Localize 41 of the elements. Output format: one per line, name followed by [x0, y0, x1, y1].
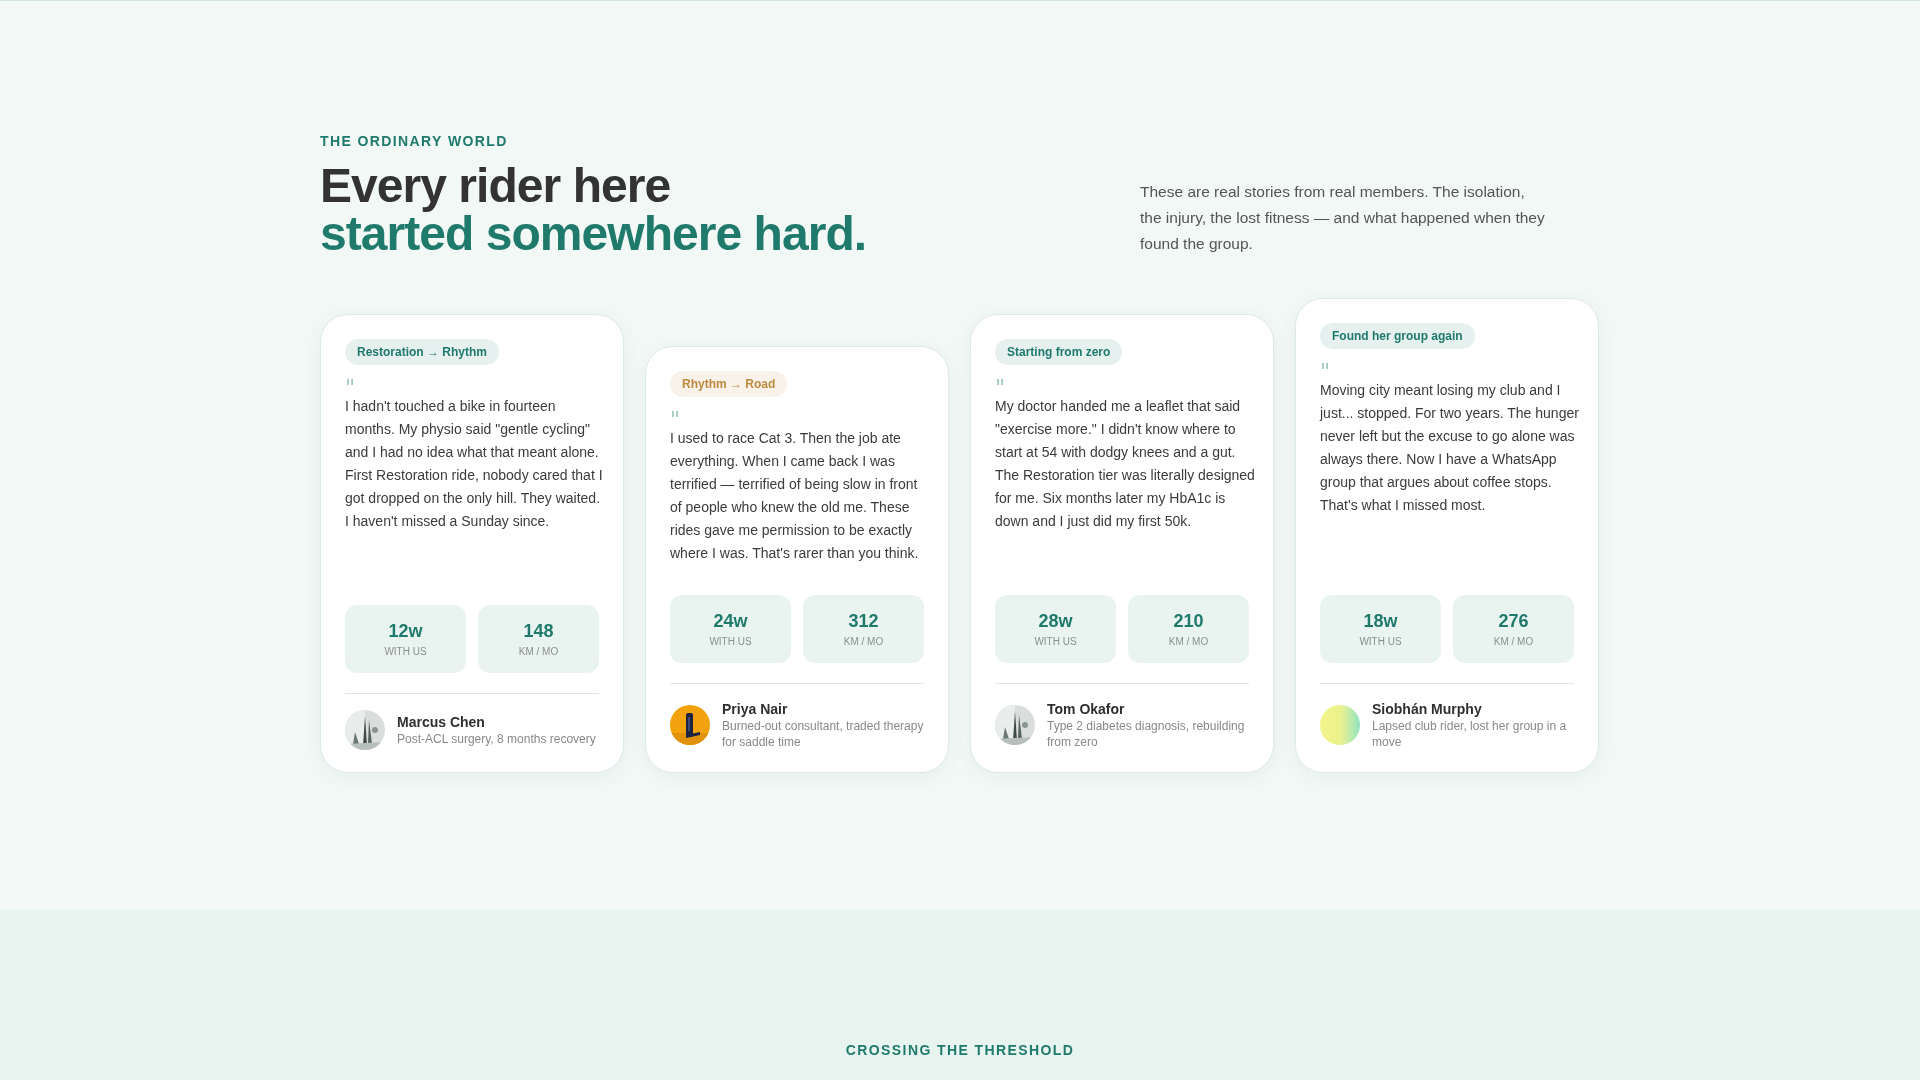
section-description: These are real stories from real members. The isolation, the injury, the lost fitness — and what happened when they found the group. [1140, 182, 1546, 254]
stat-label: WITH US [384, 646, 427, 658]
member-detail: Lapsed club rider, lost her group in a move [1372, 718, 1568, 750]
member-name: Priya Nair [722, 700, 789, 718]
testimonial-quote: Moving city meant losing my club and I just... stopped. For two years. The hunger never left but the excuse to go alone was always there. Now I have a WhatsApp group that argues about coffee stops. That's what I missed most. [1320, 381, 1580, 515]
section-eyebrow: CROSSING THE THRESHOLD [845, 1041, 1075, 1060]
section-title: Every rider here [320, 162, 672, 210]
stat-label: WITH US [709, 636, 752, 648]
testimonial-quote: My doctor handed me a leaflet that said "exercise more." I didn't know where to start at 54 with dodgy knees and a gut. The Restoration tier was literally designed for me. Six months later my HbA1c is down and I just did my first 50k. [995, 397, 1255, 531]
member-name: Marcus Chen [397, 713, 486, 731]
stat-value: 28w [1038, 610, 1073, 632]
stat-value: 12w [388, 620, 423, 642]
story-tag: Rhythm → Road [670, 371, 788, 397]
quote-mark: " [1320, 361, 1331, 375]
member-detail: Post-ACL surgery, 8 months recovery [397, 731, 596, 747]
stat-label: KM / MO [518, 646, 559, 658]
testimonial-quote: I hadn't touched a bike in fourteen months. My physio said "gentle cycling" and I had no idea what that meant alone. First Restoration ride, nobody cared that I got dropped on the only hill. They waited. I haven't missed a Sunday since. [345, 397, 604, 531]
member-name: Tom Okafor [1047, 700, 1126, 718]
story-tag: Restoration → Rhythm [345, 339, 499, 365]
quote-mark: " [995, 377, 1006, 391]
member-detail: Type 2 diabetes diagnosis, rebuilding from zero [1047, 718, 1246, 750]
quote-mark: " [345, 377, 356, 391]
stat-label: KM / MO [1168, 636, 1209, 648]
member-detail: Burned-out consultant, traded therapy for saddle time [722, 718, 924, 750]
story-tag: Starting from zero [995, 339, 1123, 365]
stat-label: WITH US [1359, 636, 1402, 648]
stat-value: 148 [523, 620, 554, 642]
quote-mark: " [670, 409, 681, 423]
stat-value: 312 [848, 610, 879, 632]
stat-value: 24w [713, 610, 748, 632]
stat-label: WITH US [1034, 636, 1077, 648]
member-name: Siobhán Murphy [1372, 700, 1483, 718]
stat-value: 276 [1498, 610, 1529, 632]
testimonial-quote: I used to race Cat 3. Then the job ate everything. When I came back I was terrified — terrified of being slow in front of people who knew the old me. These rides gave me permission to be exactly where I was. That's rarer than you think. [670, 429, 920, 563]
stat-label: KM / MO [843, 636, 884, 648]
avatar [1320, 705, 1360, 745]
stat-value: 18w [1363, 610, 1398, 632]
stat-value: 210 [1173, 610, 1204, 632]
story-tag: Found her group again [1320, 323, 1475, 349]
stat-label: KM / MO [1493, 636, 1534, 648]
section-eyebrow: THE ORDINARY WORLD [320, 132, 509, 151]
